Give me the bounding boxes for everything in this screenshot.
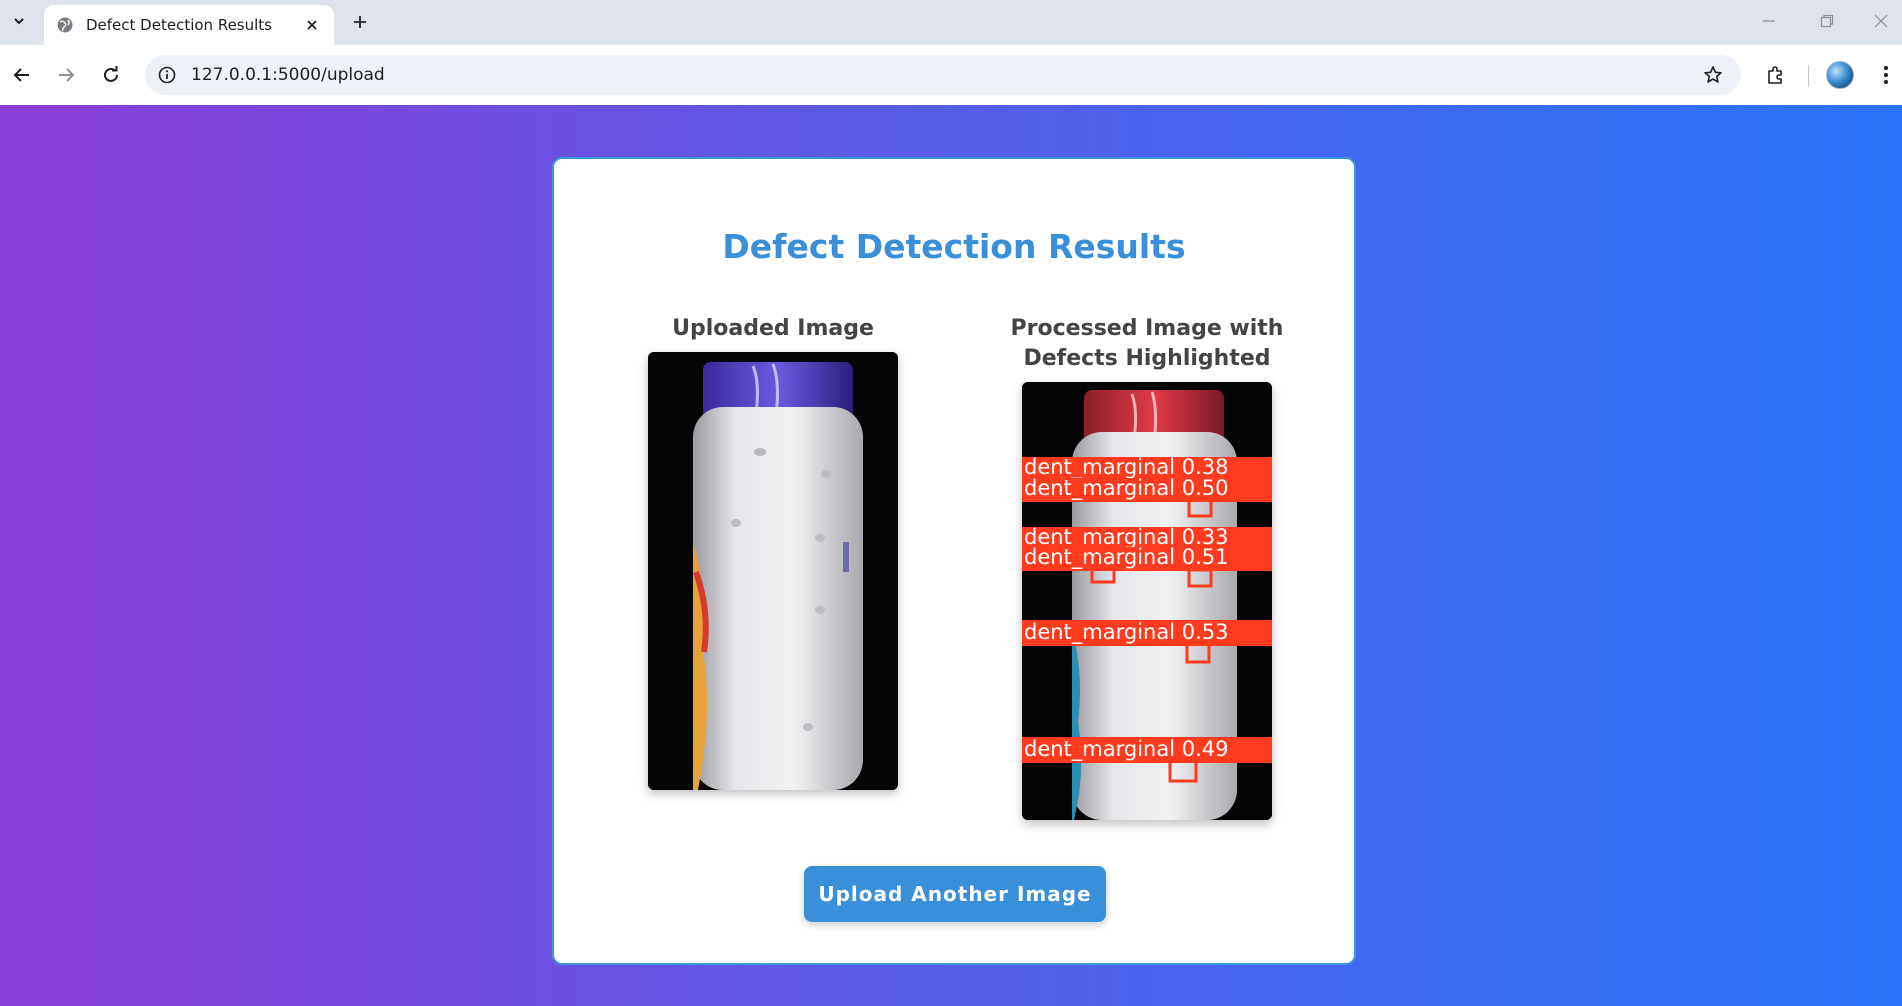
- page-title: Defect Detection Results: [722, 227, 1186, 266]
- tab-strip: Defect Detection Results: [0, 0, 1902, 45]
- processed-image-section: Processed Image with Defects Highlighted: [972, 314, 1322, 820]
- uploaded-image-label: Uploaded Image: [672, 316, 874, 341]
- browser-toolbar: 127.0.0.1:5000/upload: [0, 45, 1902, 105]
- detection-label: dent_marginal 0.49: [1024, 737, 1229, 762]
- bookmark-button[interactable]: [1701, 63, 1725, 87]
- url-text[interactable]: 127.0.0.1:5000/upload: [191, 65, 385, 85]
- site-info-button[interactable]: [155, 63, 179, 87]
- detection-label: dent_marginal 0.50: [1024, 476, 1229, 501]
- star-icon: [1704, 66, 1722, 83]
- page-viewport: Defect Detection Results Uploaded Image: [0, 105, 1902, 1006]
- extensions-button[interactable]: [1759, 59, 1791, 91]
- uploaded-image: [648, 352, 898, 790]
- close-icon: [1874, 14, 1888, 28]
- restore-icon: [1820, 14, 1834, 28]
- address-bar[interactable]: 127.0.0.1:5000/upload: [145, 55, 1741, 95]
- globe-icon: [57, 17, 73, 33]
- forward-button[interactable]: [50, 59, 82, 91]
- arrow-left-icon: [13, 68, 29, 82]
- kebab-menu-icon: [1884, 66, 1888, 84]
- processed-image: dent_marginal 0.38 dent_marginal 0.50 de…: [1022, 382, 1272, 820]
- results-card: Defect Detection Results Uploaded Image: [552, 157, 1356, 965]
- toolbar-separator: [1808, 65, 1809, 87]
- arrow-right-icon: [59, 68, 75, 82]
- plus-icon: [354, 16, 366, 28]
- detection-label: dent_marginal 0.53: [1024, 620, 1229, 645]
- minimize-button[interactable]: [1746, 4, 1792, 38]
- info-icon: [158, 66, 176, 84]
- detection-label: dent_marginal 0.51: [1024, 545, 1229, 570]
- tab-search-button[interactable]: [4, 4, 34, 37]
- new-tab-button[interactable]: [346, 8, 374, 36]
- puzzle-icon: [1768, 66, 1782, 84]
- reload-button[interactable]: [95, 59, 127, 91]
- avatar: [1826, 61, 1854, 89]
- restore-button[interactable]: [1804, 4, 1850, 38]
- active-tab[interactable]: Defect Detection Results: [44, 5, 334, 45]
- upload-another-image-button[interactable]: Upload Another Image: [804, 866, 1106, 922]
- tab-title: Defect Detection Results: [86, 16, 272, 34]
- minimize-icon: [1763, 20, 1775, 22]
- close-icon: [307, 20, 317, 30]
- back-button[interactable]: [6, 59, 38, 91]
- tab-close-button[interactable]: [302, 15, 322, 35]
- close-window-button[interactable]: [1858, 4, 1902, 38]
- profile-button[interactable]: [1824, 59, 1856, 91]
- reload-icon: [104, 66, 118, 82]
- browser-menu-button[interactable]: [1870, 59, 1902, 91]
- uploaded-image-section: Uploaded Image: [598, 314, 948, 790]
- chevron-down-icon: [14, 17, 24, 24]
- processed-image-label: Processed Image with Defects Highlighted: [1010, 316, 1284, 371]
